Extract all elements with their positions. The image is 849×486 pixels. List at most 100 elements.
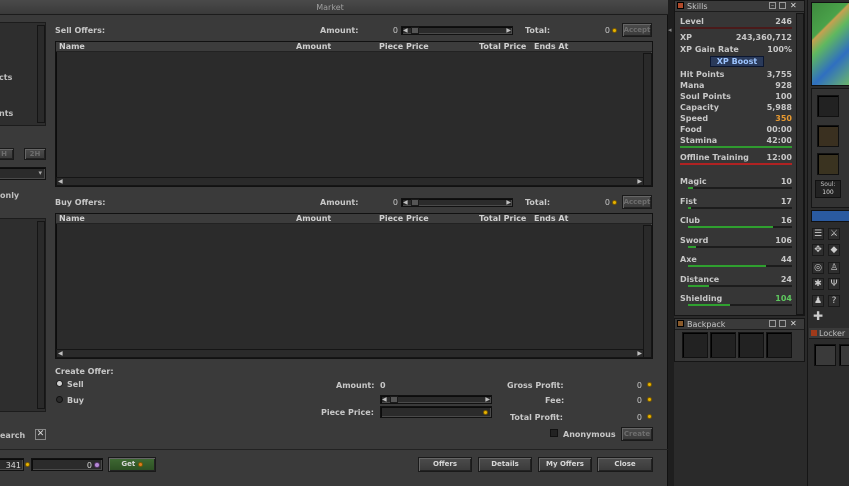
offers-button[interactable]: Offers	[418, 457, 472, 472]
backpack-slot[interactable]	[682, 332, 708, 358]
category-scrollbar[interactable]	[37, 25, 45, 123]
col-name[interactable]: Name	[59, 42, 85, 52]
target-icon[interactable]: ◎	[812, 262, 824, 274]
skills-toggle-icon[interactable]: ⚔	[828, 228, 840, 240]
equipment-slot[interactable]	[817, 95, 839, 117]
vocation-select[interactable]: ▾	[0, 167, 46, 180]
clear-search-icon[interactable]: ✕	[35, 429, 46, 440]
maximize-icon[interactable]	[779, 2, 786, 9]
piece-price-input[interactable]	[380, 406, 492, 418]
outfit-icon[interactable]: ♙	[828, 262, 840, 274]
quests-icon[interactable]: ◆	[828, 244, 840, 256]
sell-accept-button[interactable]: Accept	[622, 23, 652, 37]
item-list[interactable]	[0, 218, 46, 412]
sell-table-vscroll[interactable]	[643, 53, 652, 186]
equipment-slot[interactable]	[817, 125, 839, 147]
backpack-slot[interactable]	[710, 332, 736, 358]
details-button[interactable]: Details	[478, 457, 532, 472]
col-piece-price[interactable]: Piece Price	[379, 42, 429, 52]
close-icon[interactable]: ✕	[790, 1, 797, 10]
filter-button-h[interactable]: H	[0, 148, 14, 160]
buy-accept-button[interactable]: Accept	[622, 195, 652, 209]
create-amount-slider[interactable]: ◀ ▶	[380, 395, 492, 404]
col-name[interactable]: Name	[59, 214, 85, 224]
anonymous-label[interactable]: Anonymous	[563, 430, 616, 439]
col-amount[interactable]: Amount	[296, 42, 331, 52]
col-total-price[interactable]: Total Price	[479, 214, 526, 224]
mana-row: Mana 928	[680, 81, 792, 90]
buy-table-hscroll[interactable]: ◀ ▶	[56, 349, 644, 358]
skills-icon	[677, 2, 684, 9]
help-icon[interactable]: ?	[828, 295, 840, 307]
skills-window: Skills – ✕ Level 246 XP 243,360,712 XP Gai…	[674, 0, 805, 316]
sell-offers-table[interactable]: Name Amount Piece Price Total Price Ends…	[55, 41, 653, 187]
sell-table-hscroll[interactable]: ◀ ▶	[56, 177, 644, 186]
xp-boost-button[interactable]: XP Boost	[710, 56, 764, 67]
sell-radio-label[interactable]: Sell	[67, 380, 84, 389]
footer-separator	[0, 449, 668, 450]
party-icon[interactable]: Ψ	[828, 278, 840, 290]
category-fragment-cts[interactable]: cts	[0, 73, 12, 82]
capacity-row: Capacity 5,988	[680, 103, 792, 112]
add-icon[interactable]: ✚	[812, 310, 824, 323]
skills-body: Level 246 XP 243,360,712 XP Gain Rate 100% …	[680, 15, 794, 313]
xp-boost-label: XP Boost	[716, 57, 758, 66]
battle-icon[interactable]: ✥	[812, 244, 824, 256]
col-total-price[interactable]: Total Price	[479, 42, 526, 52]
minimap[interactable]	[811, 2, 849, 86]
options-icon[interactable]: ☰	[812, 228, 824, 240]
col-amount[interactable]: Amount	[296, 214, 331, 224]
skill-row-club: Club 16	[680, 216, 792, 225]
slider-thumb[interactable]	[411, 199, 419, 206]
close-button[interactable]: Close	[597, 457, 653, 472]
buy-radio-label[interactable]: Buy	[67, 396, 84, 405]
stamina-value: 42:00	[766, 136, 792, 145]
vip-icon[interactable]: ♟	[812, 295, 824, 307]
coins-value: 0	[86, 461, 92, 470]
get-coins-button[interactable]: Get	[108, 457, 156, 472]
category-fragment-nts[interactable]: nts	[0, 109, 13, 118]
create-button[interactable]: Create	[621, 427, 653, 441]
buy-amount-label: Amount:	[320, 198, 359, 207]
col-piece-price[interactable]: Piece Price	[379, 214, 429, 224]
slider-thumb[interactable]	[390, 396, 398, 403]
collapse-arrow-icon[interactable]: ◂	[668, 26, 672, 34]
backpack-slot[interactable]	[766, 332, 792, 358]
buy-radio[interactable]	[56, 396, 63, 403]
buy-amount-slider[interactable]: ◀ ▶	[401, 198, 513, 207]
skill-value: 24	[780, 274, 792, 284]
col-ends-at[interactable]: Ends At	[534, 214, 568, 224]
sell-radio[interactable]	[56, 380, 63, 387]
item-list-scrollbar[interactable]	[37, 221, 45, 409]
minimize-icon[interactable]: –	[769, 2, 776, 9]
sell-amount-slider[interactable]: ◀ ▶	[401, 26, 513, 35]
anonymous-checkbox[interactable]	[550, 429, 558, 437]
slider-right-arrow-icon: ▶	[485, 396, 490, 403]
category-list[interactable]: cts nts	[0, 22, 46, 126]
scroll-right-icon[interactable]: ▶	[637, 178, 642, 185]
buy-offers-table[interactable]: Name Amount Piece Price Total Price Ends…	[55, 213, 653, 359]
skill-progress-fill	[688, 226, 774, 228]
backpack-slot[interactable]	[738, 332, 764, 358]
filter-button-2h[interactable]: 2H	[24, 148, 46, 160]
my-offers-button[interactable]: My Offers	[538, 457, 592, 472]
locker-slot[interactable]	[814, 344, 836, 366]
scroll-left-icon[interactable]: ◀	[58, 178, 63, 185]
maximize-icon[interactable]	[779, 320, 786, 327]
slider-thumb[interactable]	[411, 27, 419, 34]
col-ends-at[interactable]: Ends At	[534, 42, 568, 52]
offline-training-value: 12:00	[766, 153, 792, 162]
level-progress-bar	[680, 27, 792, 29]
buy-table-vscroll[interactable]	[643, 225, 652, 358]
bug-icon[interactable]: ✱	[812, 278, 824, 290]
locker-slot[interactable]	[839, 344, 849, 366]
skills-scrollbar[interactable]	[796, 13, 804, 315]
stance-bar[interactable]	[811, 210, 849, 222]
minimize-icon[interactable]	[769, 320, 776, 327]
slider-left-arrow-icon: ◀	[403, 27, 408, 34]
scroll-left-icon[interactable]: ◀	[58, 350, 63, 357]
scroll-right-icon[interactable]: ▶	[637, 350, 642, 357]
close-icon[interactable]: ✕	[790, 319, 797, 328]
gold-coin-icon	[647, 382, 652, 387]
equipment-slot[interactable]	[817, 153, 839, 175]
